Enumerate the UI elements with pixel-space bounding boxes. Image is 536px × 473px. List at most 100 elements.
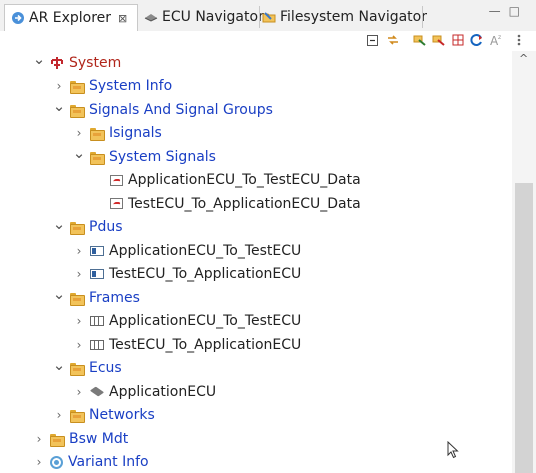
folder-icon <box>70 220 85 235</box>
system-icon <box>50 56 64 70</box>
tree-item-label: TestECU_To_ApplicationECU <box>109 266 302 282</box>
tree-item-label: Ecus <box>89 360 122 376</box>
mouse-cursor-icon <box>447 440 459 459</box>
view-tab-bar: AR Explorer ⊠ ECU Navigator Filesystem N… <box>0 0 536 31</box>
chevron-right-icon[interactable]: › <box>72 338 86 352</box>
frame-icon <box>90 316 104 326</box>
folder-icon <box>70 79 85 94</box>
chevron-right-icon[interactable]: › <box>72 244 86 258</box>
folder-icon <box>70 291 85 306</box>
frame-icon <box>90 339 104 350</box>
tree-item[interactable]: › TestECU_To_ApplicationECU <box>72 263 302 286</box>
tab-ecu-navigator[interactable]: ECU Navigator <box>144 5 264 29</box>
tree-item[interactable]: › Networks <box>52 404 155 427</box>
chevron-right-icon[interactable]: › <box>32 455 46 469</box>
tree-item-label: Frames <box>89 289 140 306</box>
folder-icon <box>90 150 105 165</box>
tree-item-label: System <box>69 54 122 71</box>
refresh-icon[interactable] <box>470 33 484 47</box>
tab-filesystem-navigator[interactable]: Filesystem Navigator <box>262 5 427 29</box>
tree-item[interactable]: ⌄ System <box>32 51 122 74</box>
tree-item-label: Signals And Signal Groups <box>89 101 273 118</box>
tree-item-label: Variant Info <box>68 454 149 470</box>
tree-item[interactable]: ⌄ System Signals <box>72 144 216 168</box>
tree-item-label: ApplicationECU_To_TestECU <box>109 242 302 259</box>
tree-item[interactable]: › Variant Info <box>32 451 149 473</box>
tree-item-label: Networks <box>89 407 155 423</box>
maximize-icon[interactable]: □ <box>509 4 528 18</box>
link-editor-icon[interactable] <box>386 33 400 47</box>
chevron-right-icon[interactable]: › <box>72 314 86 328</box>
tree-item-label: ApplicationECU <box>109 383 217 400</box>
tree-item-label: ApplicationECU_To_TestECU_Data <box>128 172 361 188</box>
tab-label: Filesystem Navigator <box>280 9 427 25</box>
chevron-down-icon[interactable]: ⌄ <box>32 51 46 68</box>
tree-item[interactable]: › Bsw Mdt <box>32 427 128 450</box>
tree-item-label: Pdus <box>89 219 123 235</box>
tree-item-label: ApplicationECU_To_TestECU <box>109 313 302 329</box>
close-icon[interactable]: ⊠ <box>118 12 127 25</box>
tree-item-label: System Signals <box>109 148 216 165</box>
chevron-down-icon[interactable]: ⌄ <box>52 97 66 115</box>
pdu-icon <box>90 245 104 256</box>
chevron-right-icon[interactable]: › <box>72 126 86 140</box>
tree-item[interactable]: ⌄ Ecus <box>52 356 122 380</box>
ar-explorer-tree: ⌄ System › System Info ⌄ Signals And Signal G… <box>0 51 512 473</box>
minimize-icon[interactable]: — <box>489 4 509 18</box>
signal-icon <box>110 174 123 186</box>
tree-item-label: System Info <box>89 78 173 94</box>
tab-divider <box>259 6 260 28</box>
svg-text:z: z <box>498 34 501 41</box>
tree-item-label: Isignals <box>109 125 162 141</box>
grid-icon[interactable] <box>451 33 465 47</box>
tree-item-label: TestECU_To_ApplicationECU_Data <box>128 195 361 212</box>
chevron-down-icon[interactable]: ⌄ <box>52 285 66 303</box>
tree-item[interactable]: › Isignals <box>72 122 162 145</box>
tab-divider <box>422 6 423 28</box>
scrollbar-thumb[interactable] <box>515 183 533 473</box>
tab-ar-explorer[interactable]: AR Explorer ⊠ <box>4 4 138 31</box>
filter-icon-1[interactable] <box>413 33 427 47</box>
variant-icon <box>50 455 63 469</box>
chevron-down-icon[interactable]: ⌄ <box>52 215 66 233</box>
tree-item[interactable]: › ApplicationECU <box>72 380 217 403</box>
chevron-right-icon[interactable]: › <box>52 408 66 422</box>
tree-item[interactable]: › ApplicationECU_To_TestECU <box>72 239 302 262</box>
ecu-diamond-icon <box>144 10 158 24</box>
tab-label: ECU Navigator <box>162 9 264 25</box>
tree-item-label: TestECU_To_ApplicationECU <box>109 336 302 353</box>
folder-icon <box>70 361 85 376</box>
ecu-icon <box>90 387 104 397</box>
window-controls: —□ <box>489 4 528 18</box>
tree-item[interactable]: ⌄ Frames <box>52 285 140 309</box>
arrow-circle-icon <box>11 11 25 25</box>
chevron-right-icon[interactable]: › <box>52 79 66 93</box>
chevron-right-icon[interactable]: › <box>72 267 86 281</box>
chevron-right-icon[interactable]: › <box>72 385 86 399</box>
tree-item[interactable]: › TestECU_To_ApplicationECU <box>72 333 302 356</box>
chevron-right-icon[interactable]: › <box>32 432 46 446</box>
filter-icon-2[interactable] <box>432 33 446 47</box>
tree-item[interactable]: ApplicationECU_To_TestECU_Data <box>92 169 361 192</box>
scroll-up-icon[interactable]: ^ <box>519 52 528 65</box>
pdu-icon <box>90 269 104 279</box>
view-toolbar: Az <box>0 31 536 51</box>
tab-label: AR Explorer <box>29 10 112 26</box>
tree-item[interactable]: ⌄ Pdus <box>52 215 123 239</box>
folder-icon <box>50 432 65 447</box>
folder-icon <box>70 103 85 118</box>
chevron-down-icon[interactable]: ⌄ <box>72 144 86 162</box>
chevron-down-icon[interactable]: ⌄ <box>52 356 66 374</box>
signal-icon <box>110 198 123 209</box>
folder-icon <box>70 408 85 423</box>
folder-icon <box>90 126 105 141</box>
tree-item[interactable]: TestECU_To_ApplicationECU_Data <box>92 192 361 215</box>
font-icon[interactable]: Az <box>489 33 503 48</box>
tree-item[interactable]: ⌄ Signals And Signal Groups <box>52 97 273 121</box>
view-menu-icon[interactable] <box>512 33 526 47</box>
collapse-all-icon[interactable] <box>366 33 380 47</box>
tree-item-label: Bsw Mdt <box>69 430 129 447</box>
vertical-scrollbar[interactable]: ^ <box>512 51 536 473</box>
tree-item[interactable]: › ApplicationECU_To_TestECU <box>72 310 302 333</box>
tree-item[interactable]: › System Info <box>52 75 172 98</box>
